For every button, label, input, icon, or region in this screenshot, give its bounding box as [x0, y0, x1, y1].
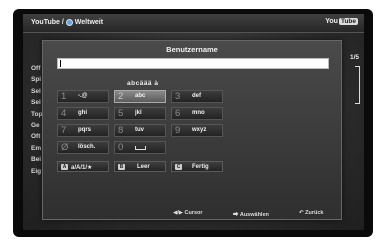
key-number: 2: [118, 91, 124, 102]
tv-screen: YouTube / Weltweit You Tube Off Spi Sel …: [23, 14, 364, 230]
page-indicator: 1/5: [350, 54, 360, 61]
key-number: 6: [175, 108, 181, 119]
breadcrumb: YouTube / Weltweit: [31, 19, 103, 26]
key-8[interactable]: 8 tuv: [114, 124, 166, 137]
breadcrumb-app: YouTube /: [31, 19, 64, 26]
key-1[interactable]: 1 -.@: [57, 90, 109, 103]
list-item[interactable]: Spi: [31, 74, 42, 85]
key-number: 1: [61, 91, 67, 102]
list-item[interactable]: Oft: [31, 131, 42, 142]
input-mode-label: abcäää à: [127, 80, 159, 87]
enter-icon: ⮕: [233, 212, 239, 218]
select-hint: ⮕ Auswählen: [233, 210, 269, 218]
c-button-icon: C: [175, 164, 182, 170]
return-icon: ↶: [299, 210, 304, 216]
background-category-list: Off Spi Sel Sel Top Ge Oft Em Bei Eig: [31, 63, 42, 177]
key-label: pqrs: [78, 127, 92, 133]
text-caret: [60, 60, 61, 67]
done-button[interactable]: C Fertig: [171, 161, 223, 172]
cursor-hint: ◀/▶ Cursor: [173, 210, 203, 216]
key-label: def: [192, 93, 201, 99]
logo-tube: Tube: [338, 18, 358, 25]
key-number: 4: [61, 108, 67, 119]
logo-you: You: [325, 18, 338, 25]
header-bar: YouTube / Weltweit You Tube: [23, 14, 364, 33]
clear-button[interactable]: B Leer: [114, 161, 166, 172]
key-4[interactable]: 4 ghi: [57, 107, 109, 120]
list-item[interactable]: Sel: [31, 86, 42, 97]
key-number: 8: [118, 125, 124, 136]
key-number: 3: [175, 91, 181, 102]
youtube-logo: You Tube: [325, 18, 358, 25]
key-2[interactable]: 2 abc: [114, 90, 166, 103]
key-label: wxyz: [192, 127, 207, 133]
key-5[interactable]: 5 jkl: [114, 107, 166, 120]
key-number: 5: [118, 108, 124, 119]
username-input[interactable]: [57, 58, 329, 69]
key-0-space[interactable]: 0: [114, 141, 166, 154]
key-6[interactable]: 6 mno: [171, 107, 223, 120]
key-number: 9: [175, 125, 181, 136]
key-number: 7: [61, 125, 67, 136]
key-7[interactable]: 7 pqrs: [57, 124, 109, 137]
mode-toggle-label: a/A/1/★: [71, 165, 93, 171]
key-number: 0: [118, 142, 124, 153]
list-item[interactable]: Em: [31, 143, 42, 154]
done-label: Fertig: [192, 164, 209, 170]
space-icon: [135, 144, 146, 152]
mode-toggle-button[interactable]: A a/A/1/★: [57, 161, 109, 172]
list-item[interactable]: Eig: [31, 166, 42, 177]
back-hint: ↶ Zurück: [299, 210, 323, 216]
username-keyboard-dialog: Benutzername abcäää à 1 -.@ 2 abc 3 def …: [42, 40, 342, 220]
list-item[interactable]: Sel: [31, 97, 42, 108]
key-delete[interactable]: Ø lösch.: [57, 141, 109, 154]
list-item[interactable]: Off: [31, 63, 42, 74]
a-button-icon: A: [61, 164, 68, 170]
key-label: jkl: [135, 110, 142, 116]
key-3[interactable]: 3 def: [171, 90, 223, 103]
clear-label: Leer: [137, 164, 150, 170]
key-label: ghi: [78, 110, 87, 116]
list-item[interactable]: Top: [31, 109, 42, 120]
breadcrumb-section: Weltweit: [74, 19, 104, 26]
list-item[interactable]: Bei: [31, 154, 42, 165]
scroll-bracket: [355, 66, 360, 104]
list-item[interactable]: Ge: [31, 120, 42, 131]
key-label: tuv: [135, 127, 144, 133]
dialog-title: Benutzername: [166, 45, 218, 54]
key-label: lösch.: [78, 144, 96, 150]
select-hint-label: Auswählen: [239, 212, 269, 218]
b-button-icon: B: [118, 164, 125, 170]
key-label: mno: [192, 110, 205, 116]
back-hint-label: Zurück: [305, 210, 324, 216]
key-label: abc: [135, 93, 146, 99]
key-9[interactable]: 9 wxyz: [171, 124, 223, 137]
key-number: Ø: [61, 142, 69, 153]
globe-icon: [65, 19, 73, 26]
key-label: -.@: [78, 93, 88, 99]
